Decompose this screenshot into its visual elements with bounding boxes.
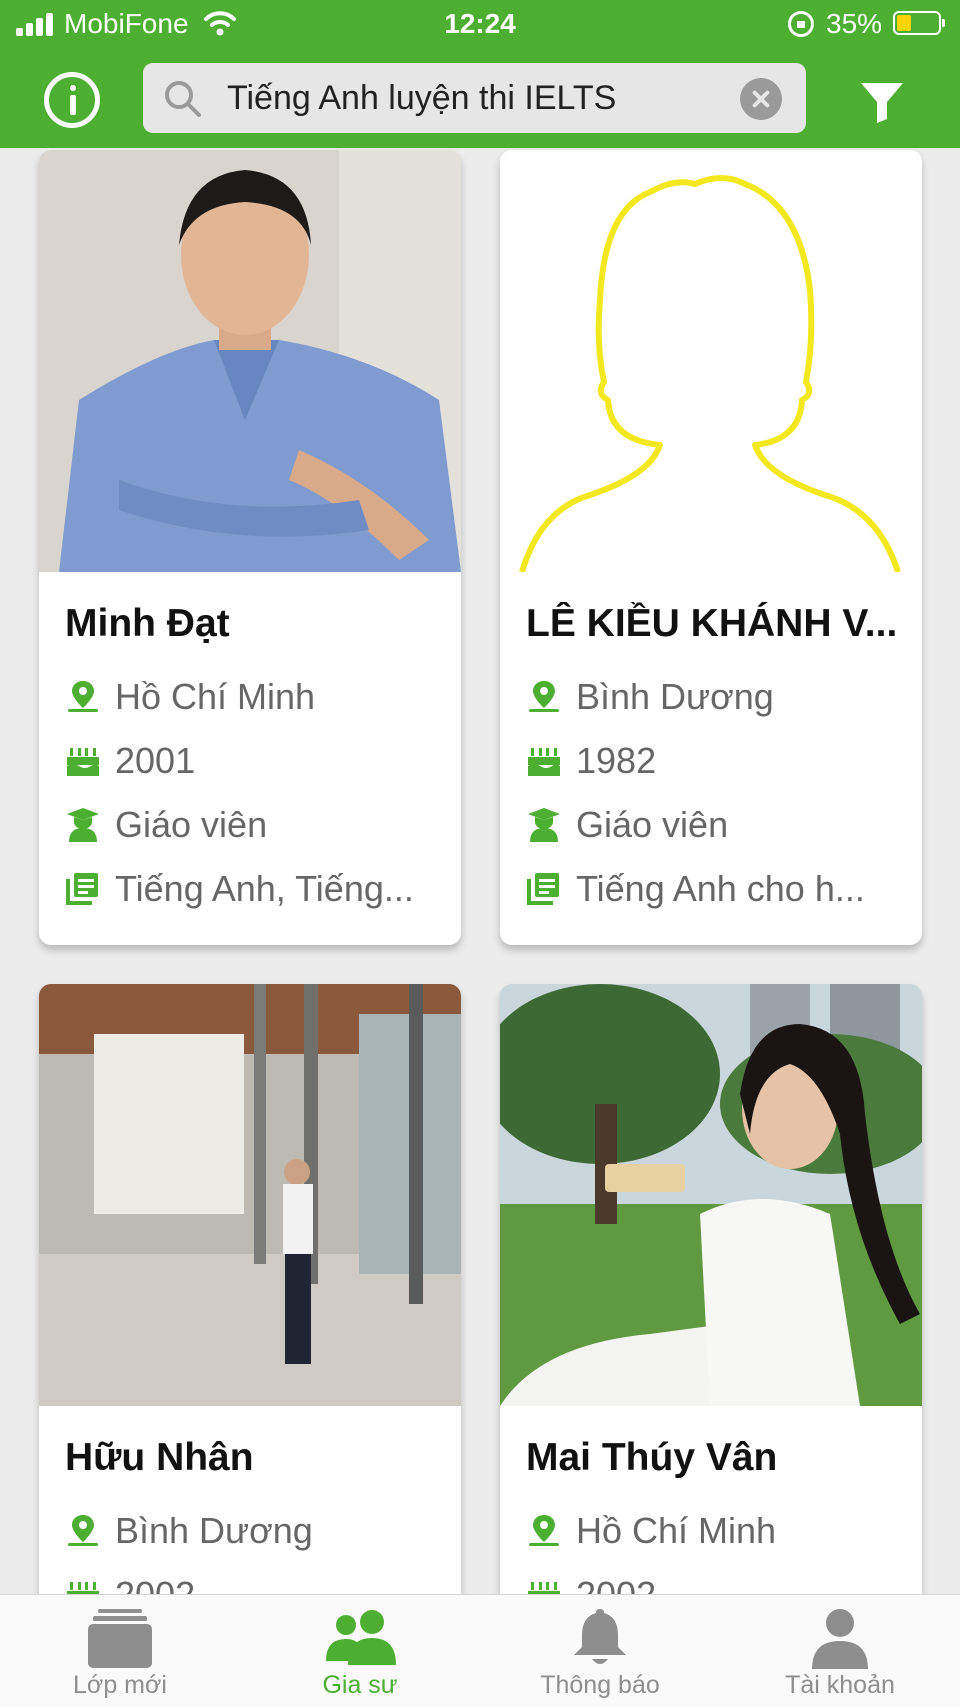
tutor-card[interactable]: Mai Thúy Vân Hồ Chí Minh 2002 <box>500 984 922 1594</box>
account-person-icon <box>812 1609 868 1669</box>
tutor-subjects: Tiếng Anh cho h... <box>576 868 865 909</box>
tutor-photo-placeholder <box>500 150 922 572</box>
info-icon[interactable] <box>44 72 100 128</box>
tab-label: Tài khoản <box>785 1671 895 1699</box>
tab-notifications[interactable]: Thông báo <box>480 1595 720 1707</box>
subjects-row: Tiếng Anh cho h... <box>526 864 906 912</box>
tutor-card[interactable]: Minh Đạt Hồ Chí Minh 2001 Giáo viên Tiến… <box>39 150 461 945</box>
app-header: MobiFone 12:24 35% <box>0 0 960 148</box>
location-row: Bình Dương <box>65 1506 445 1554</box>
tab-account[interactable]: Tài khoản <box>720 1595 960 1707</box>
tab-label: Lớp mới <box>73 1671 167 1699</box>
graduate-icon <box>67 808 99 842</box>
subjects-book-icon <box>66 873 98 905</box>
tutor-location: Hồ Chí Minh <box>576 1510 777 1551</box>
birthday-cake-icon <box>67 748 99 776</box>
search-bar[interactable] <box>143 63 806 133</box>
clock: 12:24 <box>444 8 516 39</box>
rotation-lock-icon <box>788 11 814 37</box>
tutor-role: Giáo viên <box>115 804 268 845</box>
tab-new-classes[interactable]: Lớp mới <box>0 1595 240 1707</box>
tutor-birth-year: 2001 <box>115 740 196 781</box>
location-row: Hồ Chí Minh <box>526 1506 906 1554</box>
search-input[interactable] <box>227 73 727 123</box>
battery-level <box>897 15 911 31</box>
battery-percent: 35% <box>826 8 883 39</box>
bell-icon <box>574 1609 626 1664</box>
birth-year-row: 2002 <box>526 1570 906 1594</box>
birth-year-row: 1982 <box>526 736 906 784</box>
tutor-location: Hồ Chí Minh <box>115 676 316 717</box>
tab-label: Gia sư <box>322 1671 398 1699</box>
battery-icon <box>893 11 945 35</box>
subjects-row: Tiếng Anh, Tiếng... <box>65 864 445 912</box>
tutor-name: Minh Đạt <box>65 602 230 645</box>
tutor-photo <box>39 150 461 572</box>
role-row: Giáo viên <box>65 800 445 848</box>
tutor-photo <box>39 984 461 1406</box>
filter-icon[interactable] <box>858 78 906 126</box>
tutor-name: Hữu Nhân <box>65 1436 254 1479</box>
location-pin-icon <box>529 1515 559 1546</box>
status-bar: MobiFone 12:24 35% <box>0 0 960 50</box>
tutor-subjects: Tiếng Anh, Tiếng... <box>115 868 414 909</box>
tutor-name: Mai Thúy Vân <box>526 1436 778 1479</box>
birthday-cake-icon <box>67 1582 99 1594</box>
birth-year-row: 2002 <box>65 1570 445 1594</box>
birth-year-row: 2001 <box>65 736 445 784</box>
location-row: Bình Dương <box>526 672 906 720</box>
tutor-card[interactable]: LÊ KIỀU KHÁNH V... Bình Dương 1982 Giáo … <box>500 150 922 945</box>
location-pin-icon <box>68 1515 98 1546</box>
clear-search-icon[interactable] <box>740 78 782 120</box>
tutor-location: Bình Dương <box>115 1510 313 1551</box>
role-row: Giáo viên <box>526 800 906 848</box>
search-icon <box>165 81 201 117</box>
location-pin-icon <box>68 681 98 712</box>
graduate-icon <box>528 808 560 842</box>
tab-tutors[interactable]: Gia sư <box>240 1595 480 1707</box>
location-pin-icon <box>529 681 559 712</box>
tutor-birth-year: 1982 <box>576 740 657 781</box>
tutor-name: LÊ KIỀU KHÁNH V... <box>526 602 898 645</box>
birthday-cake-icon <box>528 1582 560 1594</box>
tutor-grid: Minh Đạt Hồ Chí Minh 2001 Giáo viên Tiến… <box>0 148 960 1594</box>
tutor-location: Bình Dương <box>576 676 774 717</box>
tutor-birth-year: 2002 <box>576 1574 906 1594</box>
tutor-role: Giáo viên <box>576 804 729 845</box>
tutor-birth-year: 2002 <box>115 1574 445 1594</box>
subjects-book-icon <box>527 873 559 905</box>
classes-stack-icon <box>88 1609 152 1668</box>
bottom-tab-bar: Lớp mới Gia sư Thông báo Tài khoản <box>0 1594 960 1707</box>
tutor-card[interactable]: Hữu Nhân Bình Dương 2002 <box>39 984 461 1594</box>
tutors-group-icon <box>326 1610 396 1665</box>
tab-label: Thông báo <box>540 1671 660 1699</box>
tutor-photo <box>500 984 922 1406</box>
birthday-cake-icon <box>528 748 560 776</box>
location-row: Hồ Chí Minh <box>65 672 445 720</box>
